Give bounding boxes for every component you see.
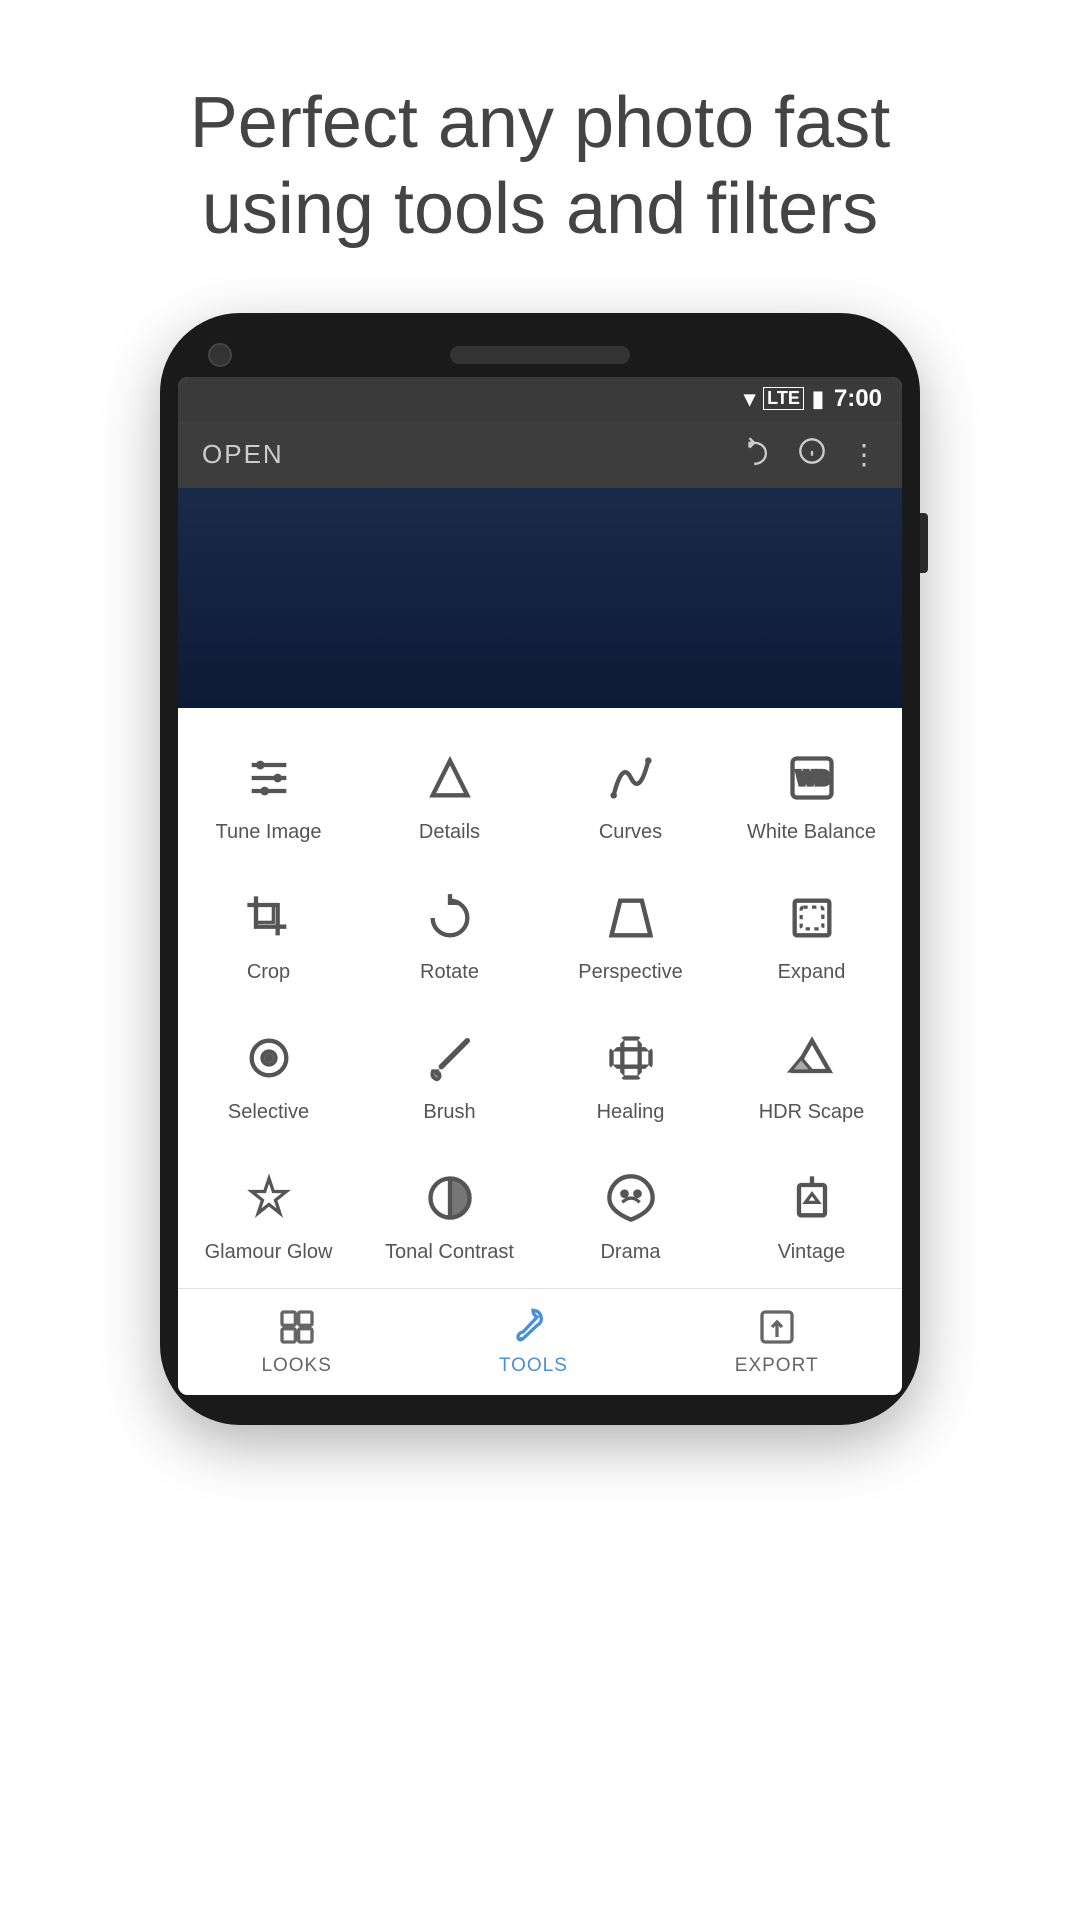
glamour-glow-label: Glamour Glow xyxy=(205,1240,333,1264)
white-balance-icon: WB xyxy=(782,748,842,808)
curves-icon xyxy=(601,748,661,808)
bottom-nav: LOOKS TOOLS xyxy=(178,1288,902,1395)
tool-healing[interactable]: Healing xyxy=(540,1008,721,1148)
tool-crop[interactable]: Crop xyxy=(178,868,359,1008)
wifi-icon: ▾ xyxy=(744,386,755,412)
tools-icon xyxy=(511,1305,555,1349)
expand-label: Expand xyxy=(778,960,846,984)
tool-rotate[interactable]: Rotate xyxy=(359,868,540,1008)
tonal-contrast-label: Tonal Contrast xyxy=(385,1240,514,1264)
photo-preview xyxy=(178,488,902,708)
tool-white-balance[interactable]: WB White Balance xyxy=(721,728,902,868)
side-button xyxy=(920,513,928,573)
info-icon[interactable] xyxy=(798,437,826,472)
healing-icon xyxy=(601,1028,661,1088)
battery-icon: ▮ xyxy=(812,386,824,412)
expand-icon xyxy=(782,888,842,948)
selective-icon xyxy=(239,1028,299,1088)
tool-hdr-scape[interactable]: HDR Scape xyxy=(721,1008,902,1148)
status-bar: ▾ LTE ▮ 7:00 xyxy=(178,377,902,421)
open-button[interactable]: OPEN xyxy=(202,439,284,470)
tool-curves[interactable]: Curves xyxy=(540,728,721,868)
nav-tools[interactable]: TOOLS xyxy=(499,1305,568,1377)
curves-label: Curves xyxy=(599,820,662,844)
undo-icon[interactable] xyxy=(746,437,774,472)
export-icon xyxy=(755,1305,799,1349)
tool-glamour-glow[interactable]: Glamour Glow xyxy=(178,1148,359,1288)
crop-label: Crop xyxy=(247,960,290,984)
brush-icon xyxy=(420,1028,480,1088)
tools-grid: Tune Image Details xyxy=(178,728,902,1288)
vintage-label: Vintage xyxy=(778,1240,845,1264)
tool-vintage[interactable]: Vintage xyxy=(721,1148,902,1288)
front-camera xyxy=(208,343,232,367)
vintage-icon xyxy=(782,1168,842,1228)
tonal-contrast-icon xyxy=(420,1168,480,1228)
phone-top xyxy=(178,343,902,367)
drama-icon xyxy=(601,1168,661,1228)
perspective-icon xyxy=(601,888,661,948)
crop-icon xyxy=(239,888,299,948)
status-icons: ▾ LTE ▮ xyxy=(744,386,824,412)
rotate-icon xyxy=(420,888,480,948)
svg-text:WB: WB xyxy=(796,767,829,789)
nav-export[interactable]: EXPORT xyxy=(735,1305,819,1377)
looks-icon xyxy=(275,1305,319,1349)
white-balance-label: White Balance xyxy=(747,820,876,844)
selective-label: Selective xyxy=(228,1100,309,1124)
tool-selective[interactable]: Selective xyxy=(178,1008,359,1148)
tool-details[interactable]: Details xyxy=(359,728,540,868)
tool-tonal-contrast[interactable]: Tonal Contrast xyxy=(359,1148,540,1288)
status-time: 7:00 xyxy=(834,385,882,413)
export-label: EXPORT xyxy=(735,1355,819,1377)
app-toolbar: OPEN ⋮ xyxy=(178,421,902,488)
toolbar-icons: ⋮ xyxy=(746,437,878,472)
details-label: Details xyxy=(419,820,480,844)
nav-looks[interactable]: LOOKS xyxy=(261,1305,331,1377)
tools-label: TOOLS xyxy=(499,1355,568,1377)
drama-label: Drama xyxy=(600,1240,660,1264)
tune-image-label: Tune Image xyxy=(216,820,322,844)
hdr-scape-label: HDR Scape xyxy=(759,1100,865,1124)
phone-screen: ▾ LTE ▮ 7:00 OPEN xyxy=(178,377,902,1395)
tool-tune-image[interactable]: Tune Image xyxy=(178,728,359,868)
tool-brush[interactable]: Brush xyxy=(359,1008,540,1148)
tool-perspective[interactable]: Perspective xyxy=(540,868,721,1008)
looks-label: LOOKS xyxy=(261,1355,331,1377)
lte-icon: LTE xyxy=(763,387,804,410)
rotate-label: Rotate xyxy=(420,960,479,984)
perspective-label: Perspective xyxy=(578,960,683,984)
tune-image-icon xyxy=(239,748,299,808)
glamour-glow-icon xyxy=(239,1168,299,1228)
phone-frame: ▾ LTE ▮ 7:00 OPEN xyxy=(160,313,920,1425)
details-icon xyxy=(420,748,480,808)
healing-label: Healing xyxy=(597,1100,665,1124)
brush-label: Brush xyxy=(423,1100,475,1124)
tool-drama[interactable]: Drama xyxy=(540,1148,721,1288)
phone-speaker xyxy=(450,346,630,364)
headline: Perfect any photo fast using tools and f… xyxy=(0,0,1080,293)
tool-expand[interactable]: Expand xyxy=(721,868,902,1008)
hdr-scape-icon xyxy=(782,1028,842,1088)
tools-panel: Tune Image Details xyxy=(178,708,902,1395)
more-icon[interactable]: ⋮ xyxy=(850,438,878,471)
